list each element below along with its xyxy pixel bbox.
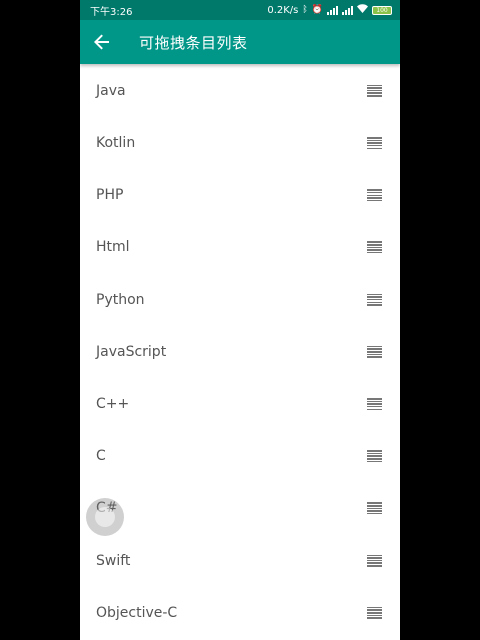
list-item[interactable]: Kotlin (80, 117, 400, 169)
list-item[interactable]: Java (80, 64, 400, 117)
status-bar: 下午3:26 0.2K/s ᛒ ⏰ 100 (80, 0, 400, 20)
app-screen: 下午3:26 0.2K/s ᛒ ⏰ 100 可拖拽条目列表 Java Kotli… (80, 0, 400, 640)
wifi-icon (357, 4, 368, 16)
app-toolbar: 可拖拽条目列表 (80, 20, 400, 64)
list-item-label: JavaScript (96, 343, 167, 360)
drag-handle-icon[interactable] (367, 137, 382, 150)
list-item-label: Kotlin (96, 135, 136, 152)
battery-icon: 100 (372, 5, 392, 15)
drag-handle-icon[interactable] (367, 398, 382, 411)
list-item[interactable]: JavaScript (80, 326, 400, 378)
list-item-label: Objective-C (96, 604, 178, 621)
signal-icon (342, 5, 353, 15)
drag-handle-icon[interactable] (367, 293, 382, 306)
page-title: 可拖拽条目列表 (139, 33, 248, 52)
bluetooth-icon: ᛒ (302, 4, 308, 15)
back-button[interactable] (80, 20, 124, 64)
list-item[interactable]: Html (80, 221, 400, 273)
drag-handle-icon[interactable] (367, 84, 382, 97)
touch-indicator (86, 498, 124, 536)
signal-icon (327, 5, 338, 15)
list-item[interactable]: C# (80, 482, 400, 534)
list-item-label: Html (96, 239, 130, 256)
list-item-label: C (96, 448, 106, 465)
draggable-list: Java Kotlin PHP Html Python JavaScript C… (80, 64, 400, 639)
status-time: 下午3:26 (90, 6, 133, 18)
list-item[interactable]: Python (80, 274, 400, 326)
list-item[interactable]: PHP (80, 169, 400, 221)
list-item[interactable]: C++ (80, 378, 400, 430)
drag-handle-icon[interactable] (367, 345, 382, 358)
network-speed: 0.2K/s (267, 4, 299, 16)
drag-handle-icon[interactable] (367, 241, 382, 254)
status-icons: 0.2K/s ᛒ ⏰ 100 (267, 4, 392, 16)
drag-handle-icon[interactable] (367, 502, 382, 515)
list-item-label: Swift (96, 552, 131, 569)
drag-handle-icon[interactable] (367, 554, 382, 567)
list-item[interactable]: Swift (80, 535, 400, 587)
arrow-left-icon (94, 34, 109, 50)
list-item-label: Python (96, 291, 145, 308)
alarm-icon: ⏰ (311, 4, 323, 15)
drag-handle-icon[interactable] (367, 189, 382, 202)
list-item-label: Java (96, 82, 126, 99)
drag-handle-icon[interactable] (367, 606, 382, 619)
drag-handle-icon[interactable] (367, 450, 382, 463)
list-item[interactable]: Objective-C (80, 587, 400, 639)
list-item-label: PHP (96, 187, 124, 204)
list-item[interactable]: C (80, 430, 400, 482)
list-item-label: C++ (96, 396, 130, 413)
